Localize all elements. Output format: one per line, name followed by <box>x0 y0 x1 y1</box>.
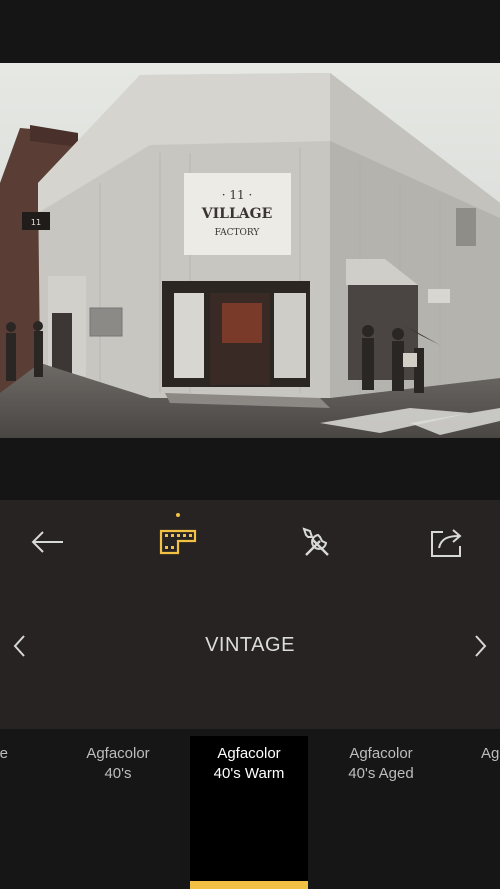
photo-bottom-gap <box>0 438 500 500</box>
filter-item-selected[interactable]: Agfacolor 40's Warm <box>190 736 308 889</box>
active-indicator-dot <box>176 513 180 517</box>
photo-image: · 11 · VILLAGE FACTORY 11 <box>0 63 500 438</box>
filter-label: Agfacolor 40's Aged <box>348 745 414 782</box>
film-strip-icon <box>159 529 197 555</box>
filter-label: Agfacolor 40's <box>86 745 150 782</box>
category-label: VINTAGE <box>205 634 295 656</box>
selected-indicator-bar <box>190 881 308 889</box>
back-button[interactable] <box>26 520 70 564</box>
sign-line-2: VILLAGE <box>201 206 273 222</box>
chevron-right-icon <box>475 635 487 657</box>
tools-icon <box>302 527 329 556</box>
filter-item[interactable]: Ag <box>453 736 500 889</box>
filter-item[interactable]: Agfacolor 40's <box>59 736 177 889</box>
next-category-button[interactable] <box>464 630 496 662</box>
share-button[interactable] <box>425 520 469 564</box>
photo-preview: · 11 · VILLAGE FACTORY 11 <box>0 63 500 438</box>
arrow-left-icon <box>31 531 63 553</box>
top-bar <box>0 0 500 63</box>
filter-label: Ag <box>481 745 500 762</box>
filter-item[interactable]: e <box>0 736 8 889</box>
filter-list: e Agfacolor 40's Agfacolor 40's Warm Agf… <box>0 729 500 889</box>
share-icon <box>431 529 462 557</box>
filter-category-bar: VINTAGE <box>0 584 500 729</box>
editor-toolbar <box>0 500 500 584</box>
side-sign: 11 <box>31 218 41 227</box>
filter-label: e <box>0 745 8 762</box>
filter-label: Agfacolor 40's Warm <box>213 745 285 782</box>
filter-item[interactable]: Agfacolor 40's Aged <box>322 736 440 889</box>
sign-line-1: · 11 · <box>222 188 253 202</box>
filters-button[interactable] <box>156 513 200 564</box>
tools-button[interactable] <box>295 520 339 564</box>
sign-line-3: FACTORY <box>215 228 261 238</box>
